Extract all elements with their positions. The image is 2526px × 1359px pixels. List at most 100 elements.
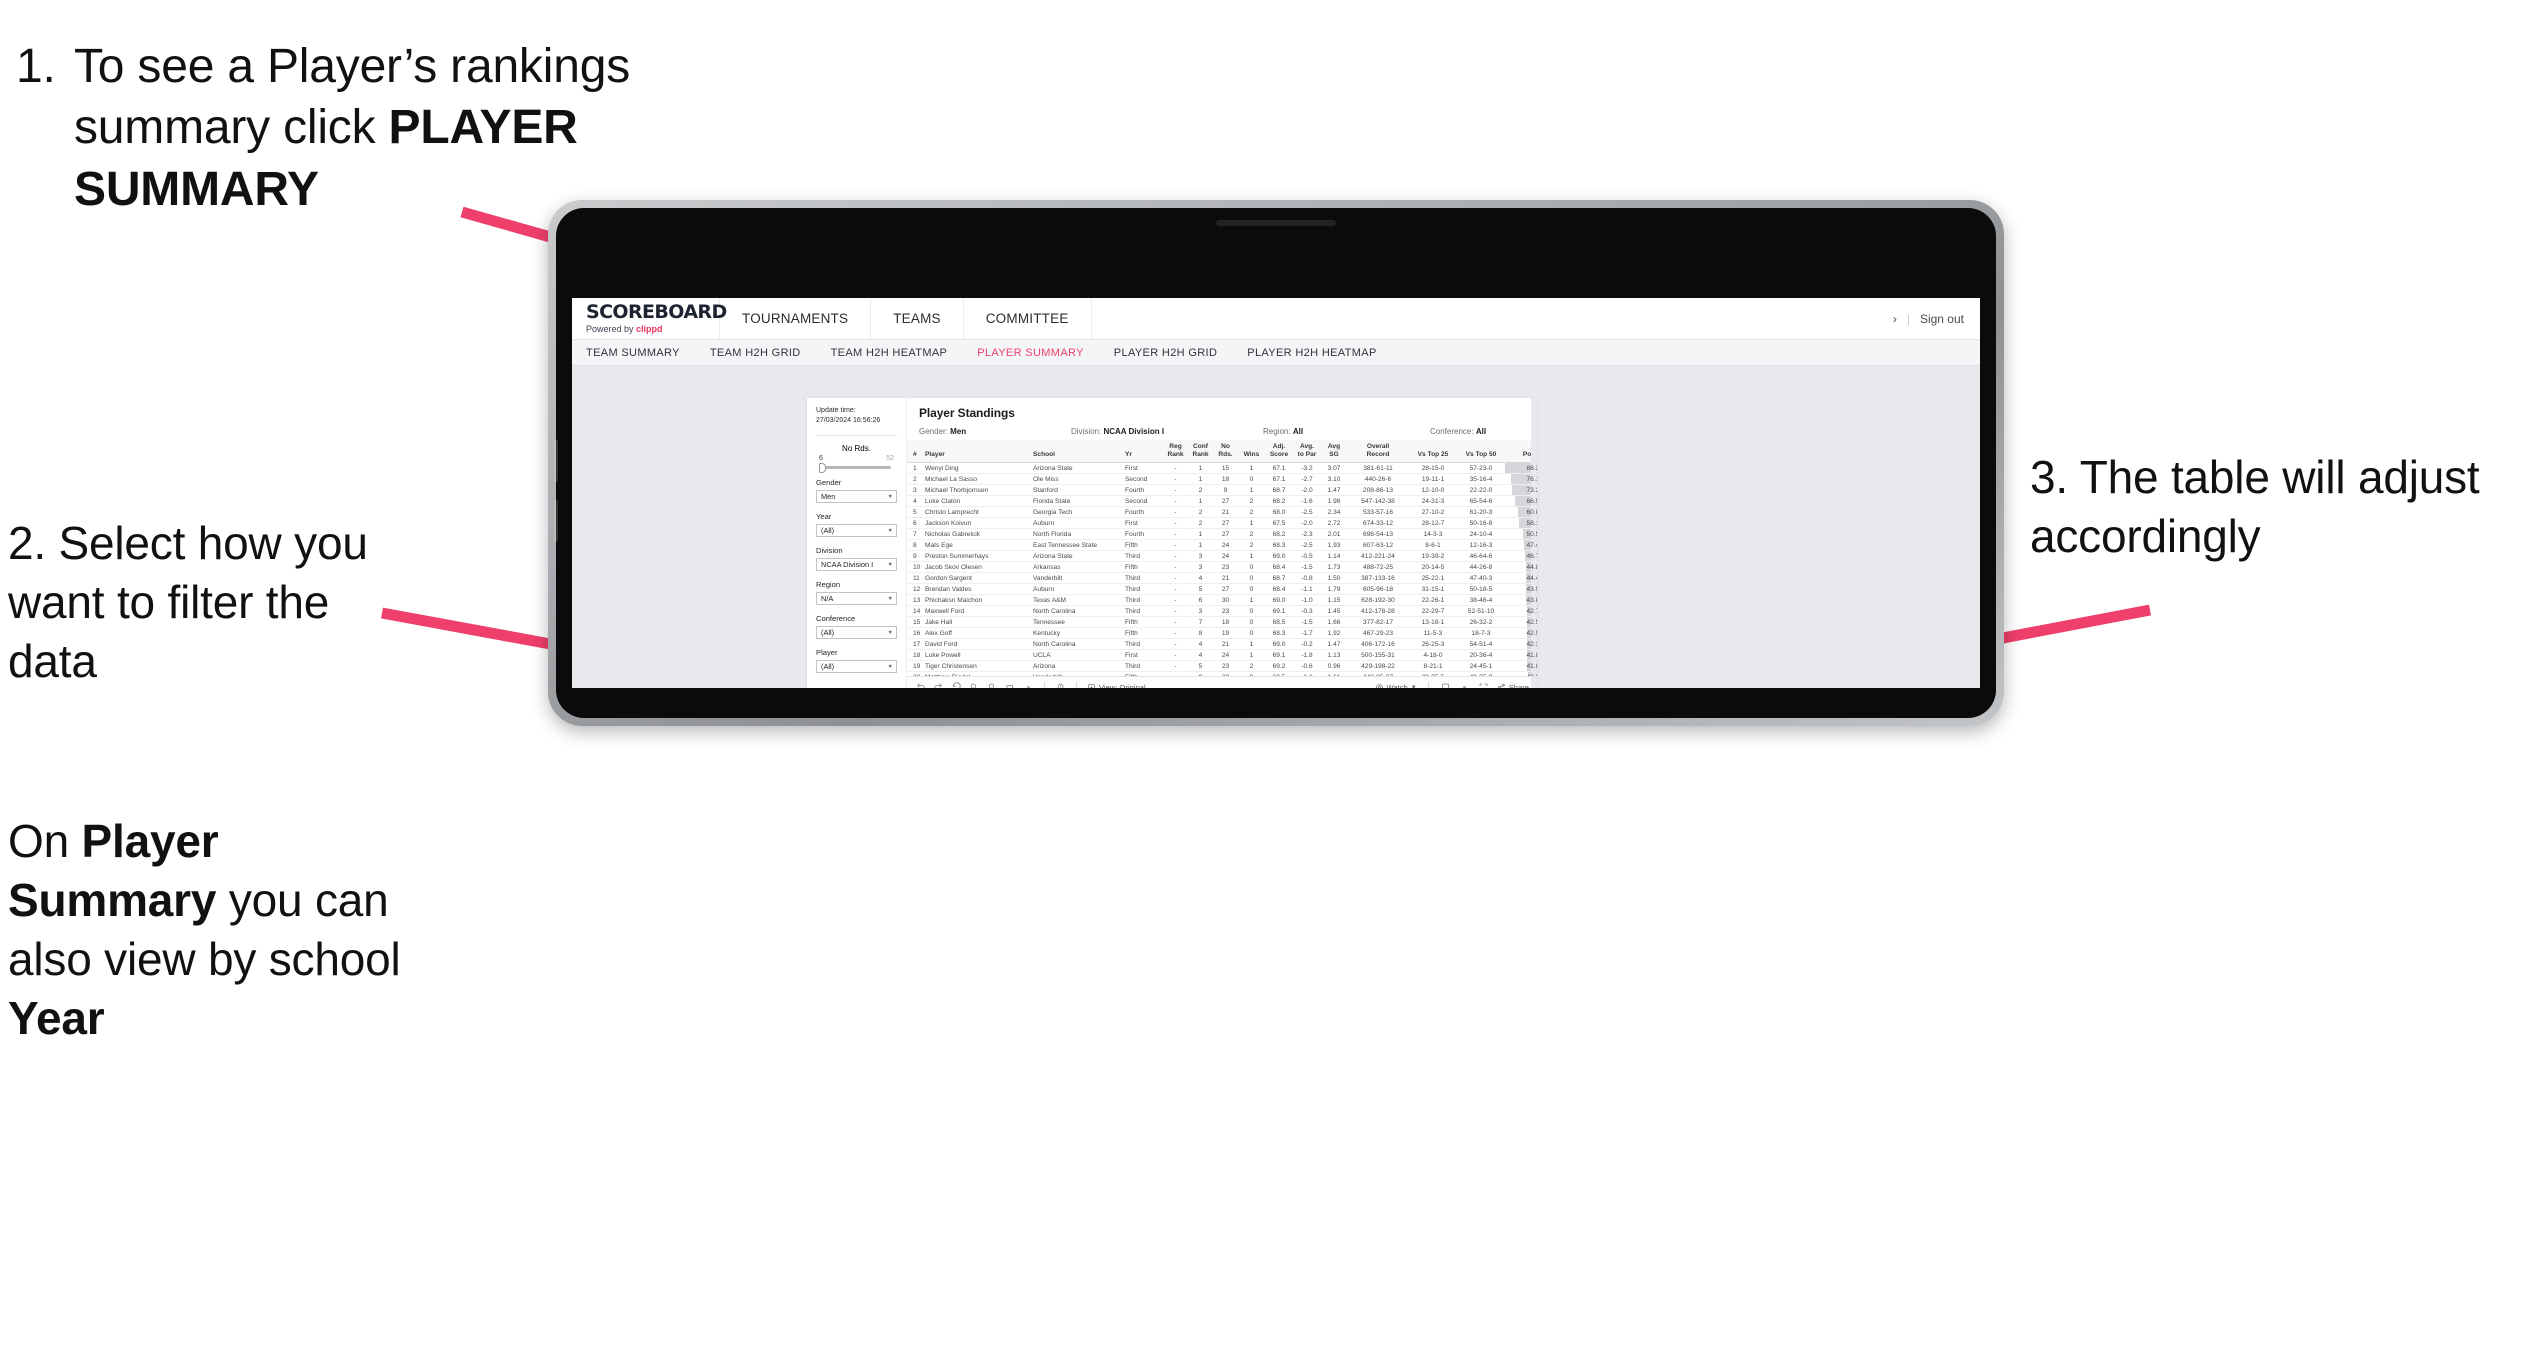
table-row[interactable]: 12 Brendan Valdes Auburn Third -5 27 0 68.4 -1.1… <box>907 583 1537 596</box>
col-year[interactable]: Yr <box>1123 440 1163 464</box>
row-overall-record: 387-133-16 <box>1347 572 1409 585</box>
sign-out-link[interactable]: Sign out <box>1920 312 1964 326</box>
row-rank: 2 <box>907 473 923 486</box>
table-row[interactable]: 6 Jackson Koivun Auburn First -2 27 1 67.5 -2.0 2… <box>907 517 1537 530</box>
filter-region-select[interactable]: N/A ▼ <box>816 592 897 606</box>
chevron-down-icon: ▼ <box>1410 684 1417 689</box>
row-overall-record: 547-142-38 <box>1347 495 1409 508</box>
topnav-committee[interactable]: COMMITTEE <box>964 298 1092 339</box>
slide-canvas: 1. To see a Player’s rankings summary cl… <box>0 0 2526 1359</box>
redo-icon[interactable] <box>933 682 944 688</box>
filter-sidebar: Update time: 27/03/2024 16:56:26 No Rds.… <box>807 398 907 688</box>
no-rounds-slider-handle[interactable] <box>819 462 826 473</box>
col-reg-rank[interactable]: Reg Rank <box>1163 440 1188 464</box>
filter-gender-select[interactable]: Men ▼ <box>816 490 897 504</box>
subnav-team-h2h-heatmap[interactable]: TEAM H2H HEATMAP <box>831 347 948 359</box>
row-conf-rank: 1 <box>1188 539 1213 552</box>
table-row[interactable]: 19 Tiger Christensen Arizona Third -5 23 2 69.2… <box>907 660 1537 673</box>
col-school[interactable]: School <box>1031 440 1123 464</box>
col-player[interactable]: Player <box>923 440 1031 464</box>
filter-conference-select[interactable]: (All) ▼ <box>816 626 897 640</box>
revert-icon[interactable] <box>951 682 962 688</box>
user-menu-caret[interactable]: › <box>1893 312 1897 326</box>
row-overall-record: 406-172-16 <box>1347 638 1409 651</box>
col-vs-top-25[interactable]: Vs Top 25 <box>1409 440 1457 464</box>
table-row[interactable]: 3 Michael Thorbjornsen Stanford Fourth -2 9 1 6… <box>907 484 1537 497</box>
col-rank[interactable]: # <box>907 440 923 464</box>
chevron-down-icon[interactable] <box>1459 682 1470 688</box>
table-row[interactable]: 15 Jake Hall Tennessee Fifth -7 18 0 68.5 -1.5 1.… <box>907 616 1537 629</box>
row-school: North Carolina <box>1031 638 1123 651</box>
filter-no-rounds: No Rds. 6 52 <box>816 444 897 473</box>
col-avg-to-par[interactable]: Avg. to Par <box>1293 440 1321 464</box>
chevron-down-icon: ▼ <box>887 629 893 636</box>
no-rounds-slider[interactable] <box>819 462 891 473</box>
table-row[interactable]: 10 Jacob Skov Olesen Arkansas Fifth -3 23 0 68.… <box>907 561 1537 574</box>
fullscreen-icon[interactable] <box>1478 682 1489 688</box>
col-avg-sg[interactable]: Avg SG <box>1321 440 1347 464</box>
chevron-down-icon[interactable] <box>1023 682 1034 688</box>
table-row[interactable]: 2 Michael La Sasso Ole Miss Second -1 18 0 67.1… <box>907 473 1537 486</box>
subnav-player-h2h-grid[interactable]: PLAYER H2H GRID <box>1114 347 1217 359</box>
row-vs-top-25: 28-12-7 <box>1409 517 1457 530</box>
subnav-team-h2h-grid[interactable]: TEAM H2H GRID <box>710 347 801 359</box>
col-no-rds[interactable]: No Rds. <box>1213 440 1238 464</box>
row-reg-rank: - <box>1163 528 1188 541</box>
app-logo[interactable]: SCOREBOARD Powered by clippd <box>572 298 727 339</box>
table-row[interactable]: 7 Nicholas Gabrelcik North Florida Fourth -1… <box>907 528 1537 541</box>
topnav-teams[interactable]: TEAMS <box>871 298 964 339</box>
download-icon[interactable] <box>1440 682 1451 688</box>
pause-icon[interactable] <box>987 682 998 688</box>
annotate-icon[interactable] <box>1005 682 1016 688</box>
table-row[interactable]: 18 Luke Powell UCLA First -4 24 1 69.1 -1.8 1.13 5… <box>907 649 1537 662</box>
subnav-player-summary[interactable]: PLAYER SUMMARY <box>977 347 1084 359</box>
device-preview-icon[interactable] <box>1055 682 1066 688</box>
col-overall-record[interactable]: Overall Record <box>1347 440 1409 464</box>
row-overall-record: 698-54-13 <box>1347 528 1409 541</box>
undo-icon[interactable] <box>915 682 926 688</box>
row-vs-top-50: 35-16-4 <box>1457 473 1505 486</box>
filter-year-select[interactable]: (All) ▼ <box>816 524 897 538</box>
filter-division-select[interactable]: NCAA Division I ▼ <box>816 558 897 572</box>
row-school: UCLA <box>1031 649 1123 662</box>
table-row[interactable]: 9 Preston Summerhays Arizona State Third -3 2… <box>907 550 1537 563</box>
standings-table-scroll[interactable]: # Player School Yr Reg Rank Conf Rank No Rd… <box>907 440 1537 676</box>
summary-gender: Gender: Men <box>919 427 1069 436</box>
col-vs-top-50[interactable]: Vs Top 50 <box>1457 440 1505 464</box>
row-vs-top-25: 31-15-1 <box>1409 583 1457 596</box>
row-year: Second <box>1123 495 1163 508</box>
topnav-tournaments[interactable]: TOURNAMENTS <box>720 298 872 339</box>
table-row[interactable]: 4 Luke Claton Florida State Second -1 27 2 68.2… <box>907 495 1537 508</box>
table-row[interactable]: 8 Mats Ege East Tennessee State Fifth -1 24 2 6… <box>907 539 1537 552</box>
table-row[interactable]: 13 Phichaksn Maichon Texas A&M Third -6 30 1 69… <box>907 594 1537 607</box>
share-button[interactable]: Share <box>1497 683 1529 688</box>
col-wins[interactable]: Wins <box>1238 440 1265 464</box>
col-adj-score[interactable]: Adj. Score <box>1265 440 1293 464</box>
annotation-step-2b-bold2: Year <box>8 991 105 1044</box>
col-conf-rank[interactable]: Conf Rank <box>1188 440 1213 464</box>
view-original-button[interactable]: View: Original <box>1087 683 1146 688</box>
row-no-rds: 30 <box>1213 594 1238 607</box>
table-row[interactable]: 14 Maxwell Ford North Carolina Third -3 23 0 69… <box>907 605 1537 618</box>
table-row[interactable]: 5 Christo Lamprecht Georgia Tech Fourth -2 21… <box>907 506 1537 519</box>
row-player: Mats Ege <box>923 539 1031 552</box>
row-reg-rank: - <box>1163 473 1188 486</box>
row-rank: 5 <box>907 506 923 519</box>
row-vs-top-50: 24-10-4 <box>1457 528 1505 541</box>
row-school: East Tennessee State <box>1031 539 1123 552</box>
row-player: Jacob Skov Olesen <box>923 561 1031 574</box>
subnav-player-h2h-heatmap[interactable]: PLAYER H2H HEATMAP <box>1247 347 1376 359</box>
summary-division-key: Division: <box>1071 427 1102 436</box>
refresh-icon[interactable] <box>969 682 980 688</box>
table-row[interactable]: 16 Alex Goff Kentucky Fifth -8 19 0 68.3 -1.7 1.9… <box>907 627 1537 640</box>
row-no-rds: 9 <box>1213 484 1238 497</box>
subnav-team-summary[interactable]: TEAM SUMMARY <box>586 347 680 359</box>
watch-button[interactable]: Watch ▼ <box>1375 683 1417 688</box>
table-row[interactable]: 1 Wenyi Ding Arizona State First -1 15 1 67.1 -3… <box>907 462 1537 475</box>
row-player: Christo Lamprecht <box>923 506 1031 519</box>
viz-bottom-toolbar: View: Original Watch ▼ Share <box>907 676 1537 688</box>
filter-player-select[interactable]: (All) ▼ <box>816 660 897 674</box>
table-row[interactable]: 11 Gordon Sargent Vanderbilt Third -4 21 0 68.7… <box>907 572 1537 585</box>
table-row[interactable]: 17 David Ford North Carolina Third -4 21 1 69.0… <box>907 638 1537 651</box>
row-wins: 0 <box>1238 627 1265 640</box>
